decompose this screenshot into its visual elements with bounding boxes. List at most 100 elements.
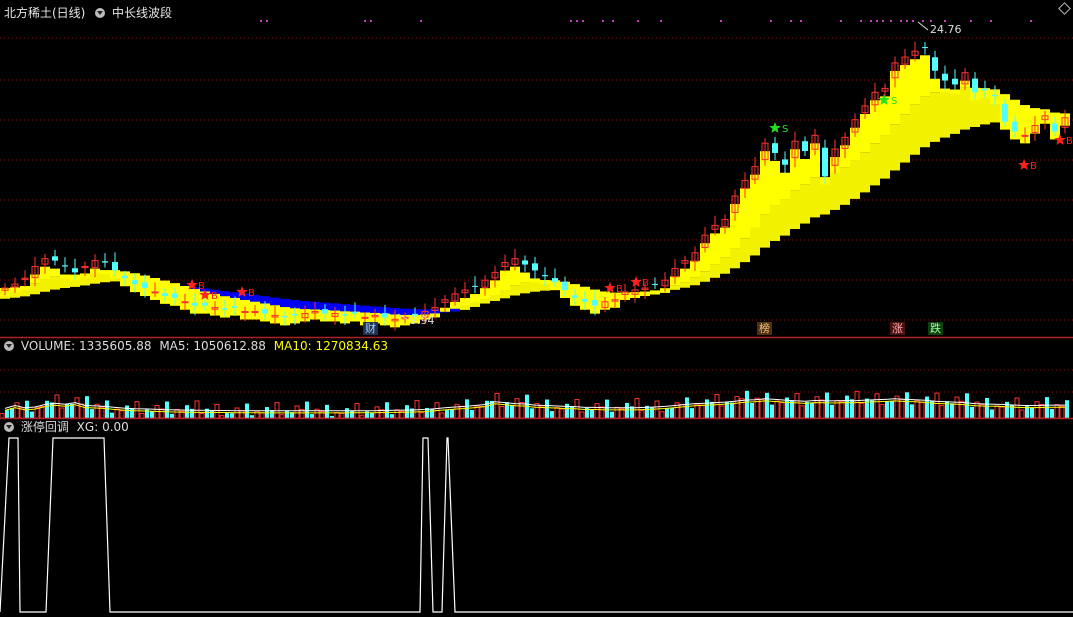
buy-text: B <box>248 288 255 299</box>
buy-text: B <box>198 281 205 292</box>
volume-bar <box>54 394 60 419</box>
band-segment <box>720 257 730 274</box>
event-label-zhang[interactable]: 涨 <box>890 322 905 335</box>
volume-bar <box>685 397 689 418</box>
candle-body <box>282 316 288 318</box>
volume-bar <box>774 400 780 419</box>
volume-bar <box>239 410 245 419</box>
band-segment <box>680 282 690 288</box>
candle-body <box>932 57 938 71</box>
volume-bar <box>390 414 394 418</box>
volume-bar <box>545 399 549 418</box>
volume-bar <box>5 410 9 418</box>
signal-dot <box>906 20 908 22</box>
volume-bar <box>30 411 34 418</box>
indicator-dropdown-icon[interactable] <box>95 8 106 18</box>
signal-dot <box>370 20 372 22</box>
event-label-die[interactable]: 跌 <box>928 322 943 335</box>
event-label-bang[interactable]: 榜 <box>757 322 772 335</box>
volume-bar <box>130 408 134 418</box>
band-segment <box>270 297 280 306</box>
volume-bar <box>954 396 960 419</box>
band-segment <box>510 285 520 296</box>
volume-bar <box>839 401 845 419</box>
signal-dot <box>800 20 802 22</box>
band-segment <box>920 96 930 148</box>
volume-bar <box>550 411 554 418</box>
band-segment <box>770 160 780 206</box>
indicator-name[interactable]: 中长线波段 <box>112 6 172 20</box>
volume-bar <box>559 408 565 419</box>
signal-dot <box>266 20 268 22</box>
volume-bar <box>70 403 74 418</box>
volume-bar <box>1059 405 1065 419</box>
volume-bar <box>625 402 629 418</box>
volume-bar <box>745 390 749 418</box>
volume-bar <box>479 405 485 419</box>
volume-bar <box>919 401 925 419</box>
volume-bar <box>339 412 345 419</box>
stock-title[interactable]: 北方稀土(日线) <box>4 6 85 20</box>
band-segment <box>950 89 960 134</box>
volume-bar <box>990 409 994 418</box>
ma10-label: MA10: <box>273 339 312 353</box>
volume-bar <box>959 400 965 419</box>
volume-bar <box>739 398 745 419</box>
volume-bar <box>114 408 120 419</box>
band-segment <box>480 299 490 304</box>
volume-label: VOLUME: <box>20 339 76 353</box>
volume-bar <box>770 404 774 418</box>
candle-body <box>772 143 778 153</box>
band-segment <box>40 279 50 292</box>
volume-bar <box>554 407 560 419</box>
candle-body <box>52 256 58 261</box>
candle-body <box>1052 123 1058 132</box>
candle-body <box>972 78 978 93</box>
signal-dot <box>576 20 578 22</box>
low-price-label: 9.94 <box>410 314 435 327</box>
band-segment <box>930 78 940 93</box>
signal-dropdown-icon[interactable] <box>4 422 14 432</box>
volume-bar <box>999 406 1005 419</box>
band-segment <box>910 59 920 105</box>
volume-bar <box>925 396 929 418</box>
band-segment <box>520 272 530 283</box>
volume-bar <box>1054 404 1060 419</box>
band-segment <box>860 113 870 153</box>
band-segment <box>960 87 970 130</box>
signal-dot <box>790 20 792 22</box>
signal-dot <box>570 20 572 22</box>
band-segment <box>500 270 510 291</box>
signal-dot <box>882 20 884 22</box>
event-label-cai[interactable]: 财 <box>363 322 378 335</box>
band-segment <box>490 295 500 301</box>
volume-bar <box>370 412 374 418</box>
candle-body <box>472 285 478 287</box>
signal-dot <box>660 20 662 22</box>
candle-body <box>202 302 208 306</box>
volume-bar <box>910 404 914 418</box>
volume-bar <box>225 412 229 418</box>
band-segment <box>920 55 930 97</box>
volume-bar <box>159 408 165 419</box>
candle-body <box>552 278 558 283</box>
volume-bar <box>779 402 785 419</box>
volume-bar <box>1019 409 1025 419</box>
signal-dot <box>890 20 892 22</box>
band-segment <box>900 65 910 115</box>
volume-bar <box>510 404 514 418</box>
volume-bar <box>14 402 20 419</box>
band-segment <box>470 302 480 307</box>
volume-bar <box>519 402 525 419</box>
candle-body <box>562 281 568 290</box>
volume-bar <box>734 395 740 419</box>
volume-bar <box>1014 397 1020 419</box>
band-segment <box>520 282 530 294</box>
band-segment <box>890 124 900 171</box>
candle-body <box>532 263 538 271</box>
volume-bar <box>694 403 700 419</box>
volume-bar <box>594 403 600 419</box>
signal-dot <box>1030 20 1032 22</box>
volume-dropdown-icon[interactable] <box>4 341 14 351</box>
signal-dot <box>970 20 972 22</box>
